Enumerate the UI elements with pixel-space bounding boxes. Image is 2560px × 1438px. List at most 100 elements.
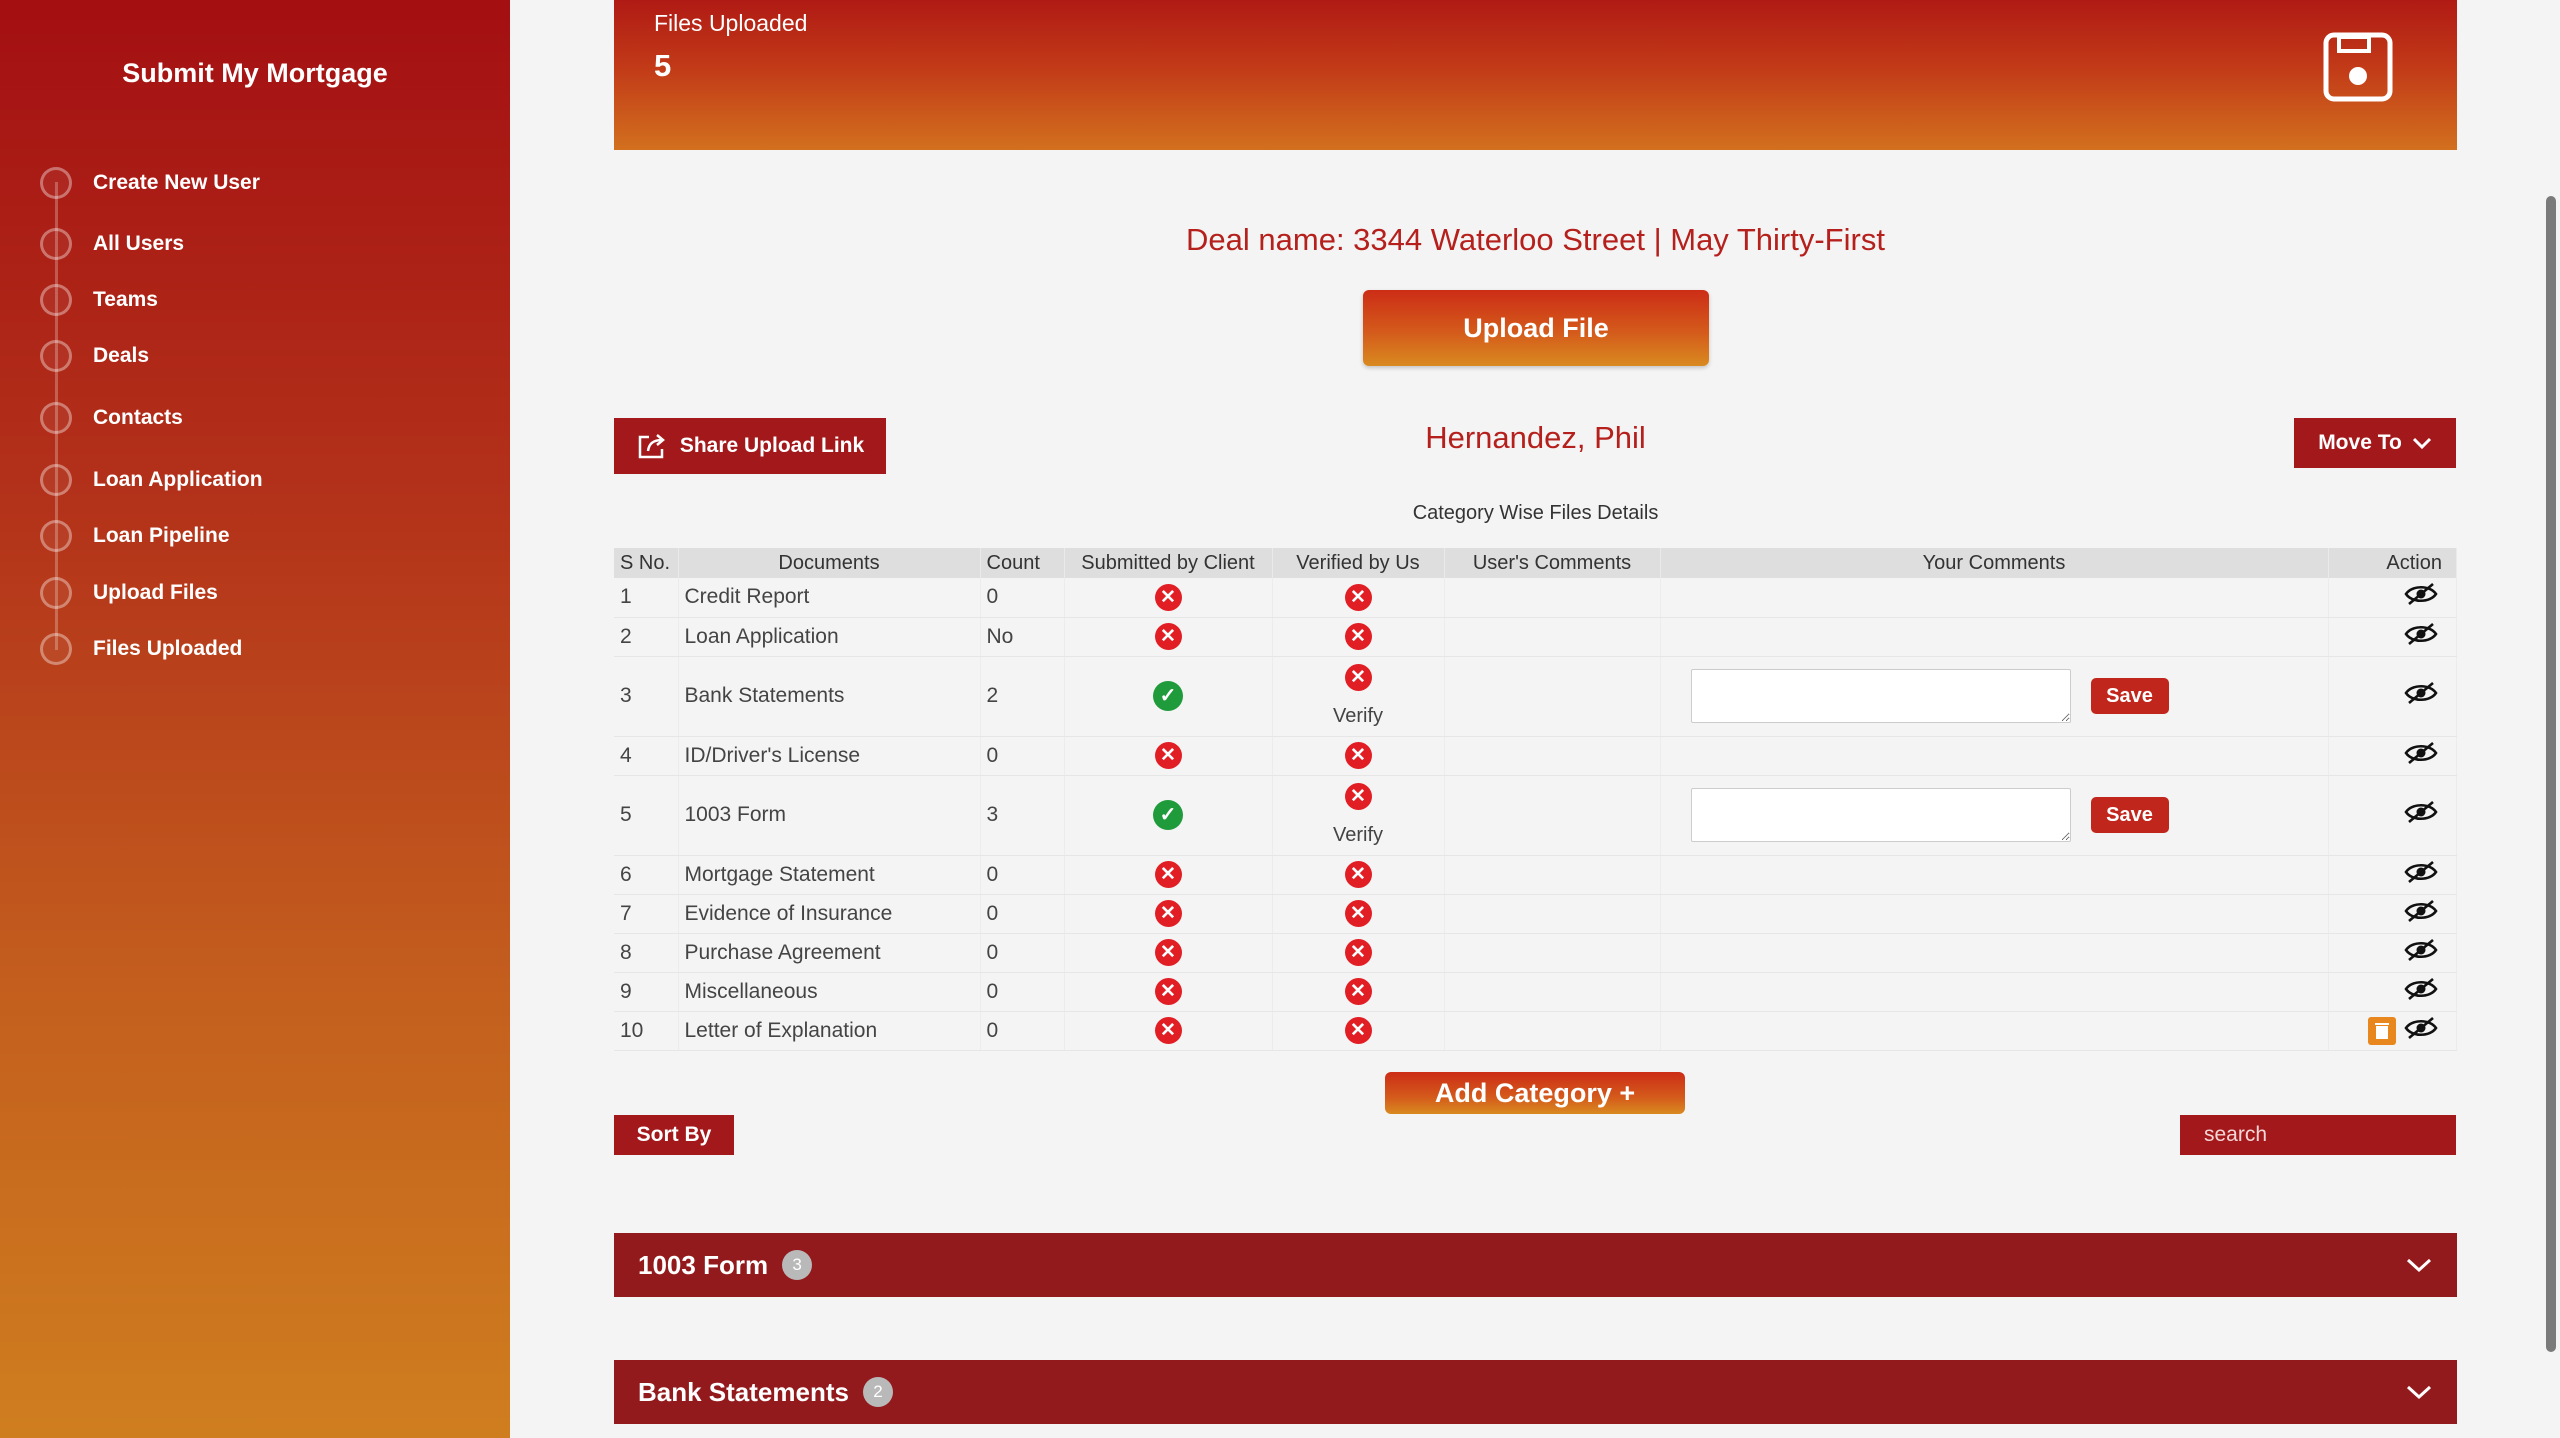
verify-link[interactable]: Verify [1333,705,1383,728]
files-table: S No. Documents Count Submitted by Clien… [614,548,2457,1051]
hide-eye-icon[interactable] [2404,741,2438,771]
verify-link[interactable]: Verify [1333,824,1383,847]
sidebar-item-label: Teams [93,288,158,311]
hide-eye-icon[interactable] [2404,938,2438,968]
upload-file-button[interactable]: Upload File [1363,290,1709,366]
column-header[interactable]: User's Comments [1444,548,1661,578]
section-bank-statements[interactable]: Bank Statements 2 [614,1360,2457,1424]
cross-icon: ✕ [1344,583,1372,611]
your-comments-cell: Save [1660,775,2329,856]
cross-icon: ✕ [1344,900,1372,927]
hide-eye-icon[interactable] [2404,1016,2438,1046]
submitted-cell: ✕ [1064,1011,1273,1051]
hide-eye-icon[interactable] [2404,899,2438,929]
search-input[interactable] [2204,1123,2475,1147]
sno-cell: 4 [614,736,679,776]
hide-eye-icon[interactable] [2404,622,2438,652]
sidebar-item-deals[interactable]: Deals [40,339,149,373]
hide-eye-icon[interactable] [2404,582,2438,612]
sno-cell: 6 [614,855,679,895]
column-header[interactable]: Documents [678,548,981,578]
sidebar-item-teams[interactable]: Teams [40,283,158,317]
share-upload-link-button[interactable]: Share Upload Link [614,418,886,474]
your-comments-cell [1660,972,2329,1012]
column-header[interactable]: S No. [614,548,679,578]
hide-eye-icon[interactable] [2404,860,2438,890]
sno-cell: 5 [614,775,679,856]
your-comments-cell [1660,736,2329,776]
add-category-button[interactable]: Add Category + [1385,1072,1685,1114]
hide-eye-icon[interactable] [2404,681,2438,711]
table-row: 3 Bank Statements 2 ✓ ✕ Verify Save [614,656,2457,737]
files-count: 5 [654,48,672,83]
hide-eye-icon[interactable] [2404,800,2438,830]
cross-icon: ✕ [1154,861,1182,888]
verified-cell: ✕ [1272,855,1445,895]
verified-cell: ✕ [1272,972,1445,1012]
submitted-cell: ✕ [1064,736,1273,776]
cross-icon: ✕ [1154,623,1182,650]
sidebar-item-loan-application[interactable]: Loan Application [40,463,263,497]
check-icon: ✓ [1153,681,1183,711]
comment-input[interactable] [1690,788,2071,842]
sidebar-item-loan-pipeline[interactable]: Loan Pipeline [40,519,230,553]
verified-cell: ✕ [1272,894,1445,934]
table-row: 10 Letter of Explanation 0 ✕ ✕ [614,1011,2457,1051]
circle-icon [40,284,72,316]
circle-icon [40,167,72,199]
save-icon[interactable] [2323,32,2393,102]
scrollbar[interactable] [2546,196,2556,1352]
chevron-down-icon[interactable] [2405,1256,2433,1274]
action-cell [2328,617,2457,657]
sidebar-item-label: Loan Application [93,468,263,491]
column-header[interactable]: Your Comments [1660,548,2329,578]
column-header[interactable]: Submitted by Client [1064,548,1273,578]
search-box [2180,1115,2475,1155]
check-icon: ✓ [1153,800,1183,830]
your-comments-cell [1660,578,2329,618]
sno-cell: 9 [614,972,679,1012]
save-comment-button[interactable]: Save [2090,678,2169,714]
count-cell: 0 [980,855,1065,895]
circle-icon [40,340,72,372]
column-header[interactable]: Count [980,548,1065,578]
client-name: Hernandez, Phil [1425,420,1646,455]
sidebar-item-contacts[interactable]: Contacts [40,401,183,435]
hide-eye-icon[interactable] [2404,977,2438,1007]
move-to-dropdown[interactable]: Move To [2294,418,2456,468]
table-row: 8 Purchase Agreement 0 ✕ ✕ [614,933,2457,973]
your-comments-cell [1660,617,2329,657]
table-row: 4 ID/Driver's License 0 ✕ ✕ [614,736,2457,776]
submitted-cell: ✓ [1064,656,1273,737]
section-1003-form[interactable]: 1003 Form 3 [614,1233,2457,1297]
count-cell: 0 [980,972,1065,1012]
your-comments-cell [1660,1011,2329,1051]
column-header[interactable]: Action [2328,548,2457,578]
sno-cell: 8 [614,933,679,973]
user-comments-cell [1444,972,1661,1012]
brand-title[interactable]: Submit My Mortgage [0,58,510,89]
sidebar-item-files-uploaded[interactable]: Files Uploaded [40,632,242,666]
verified-cell: ✕ [1272,933,1445,973]
sidebar-item-create-new-user[interactable]: Create New User [40,166,260,200]
action-cell [2328,736,2457,776]
save-comment-button[interactable]: Save [2090,797,2169,833]
sort-by-button[interactable]: Sort By [614,1115,734,1155]
cross-icon: ✕ [1154,978,1182,1005]
sidebar-item-upload-files[interactable]: Upload Files [40,576,218,610]
action-cell [2328,855,2457,895]
comment-input[interactable] [1690,669,2071,723]
chevron-down-icon [2412,437,2431,450]
action-cell [2328,578,2457,618]
section-title: Bank Statements [638,1376,849,1407]
sidebar-item-all-users[interactable]: All Users [40,227,184,261]
trash-icon[interactable] [2368,1016,2396,1045]
user-comments-cell [1444,894,1661,934]
count-cell: 0 [980,578,1065,618]
submitted-cell: ✕ [1064,972,1273,1012]
verified-cell: ✕ [1272,578,1445,618]
table-caption: Category Wise Files Details [1412,502,1659,524]
verified-cell: ✕ [1272,617,1445,657]
column-header[interactable]: Verified by Us [1272,548,1445,578]
chevron-down-icon[interactable] [2405,1383,2433,1401]
